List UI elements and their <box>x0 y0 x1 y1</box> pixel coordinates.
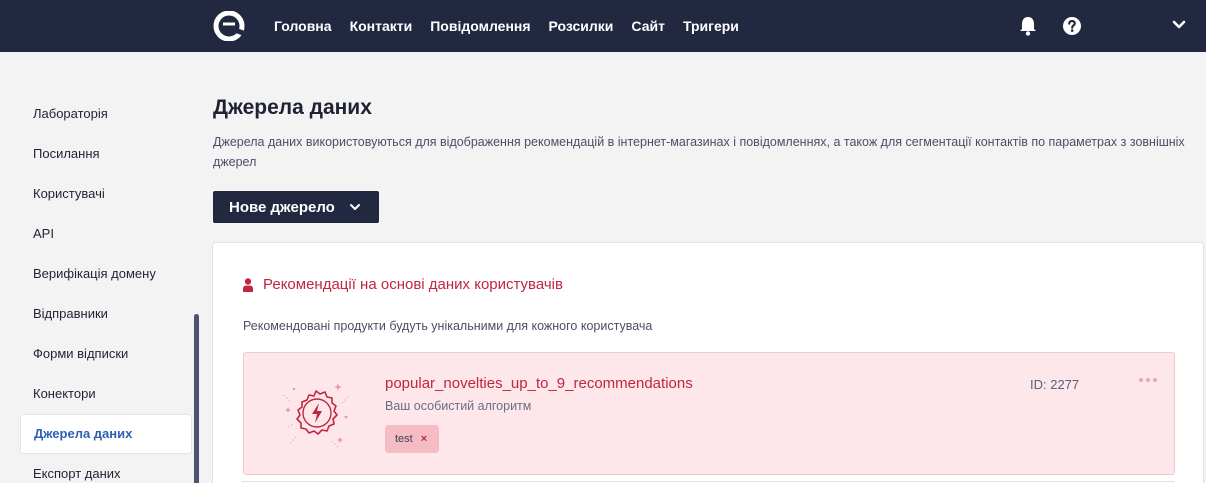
chevron-down-icon[interactable] <box>1172 20 1186 30</box>
sidebar-scrollbar[interactable] <box>194 314 199 483</box>
sidebar-item-domain-verification[interactable]: Верифікація домену <box>20 254 192 294</box>
sidebar-item-senders[interactable]: Відправники <box>20 294 192 334</box>
sidebar-item-data-sources[interactable]: Джерела даних <box>20 414 192 454</box>
nav-item-contacts[interactable]: Контакти <box>350 18 413 34</box>
nav-item-messages[interactable]: Повідомлення <box>430 18 530 34</box>
sidebar-item-api[interactable]: API <box>20 214 192 254</box>
nav-item-site[interactable]: Сайт <box>631 18 665 34</box>
ellipsis-icon[interactable] <box>1136 373 1160 387</box>
sidebar-item-data-export[interactable]: Експорт даних <box>20 454 192 483</box>
sidebar-item-unsubscribe-forms[interactable]: Форми відписки <box>20 334 192 374</box>
main-nav: Головна Контакти Повідомлення Розсилки С… <box>274 0 757 52</box>
lightning-badge-icon <box>283 383 349 448</box>
close-icon[interactable]: × <box>421 433 427 445</box>
user-icon <box>243 277 253 292</box>
tag-chip[interactable]: test × <box>385 425 440 453</box>
recommendations-card: Рекомендації на основі даних користувачі… <box>212 242 1204 483</box>
page-description: Джерела даних використовуються для відоб… <box>213 135 1185 169</box>
brand-logo-icon[interactable] <box>213 11 245 41</box>
bell-icon[interactable] <box>1018 15 1038 37</box>
new-source-label: Нове джерело <box>229 198 335 216</box>
data-source-id: ID: 2277 <box>1030 377 1080 392</box>
page-title: Джерела даних <box>213 96 372 119</box>
data-source-name[interactable]: popular_novelties_up_to_9_recommendation… <box>385 375 693 392</box>
sidebar-item-links[interactable]: Посилання <box>20 134 192 174</box>
new-source-button[interactable]: Нове джерело <box>213 191 379 223</box>
top-navbar: Головна Контакти Повідомлення Розсилки С… <box>0 0 1206 52</box>
section-header: Рекомендації на основі даних користувачі… <box>243 276 563 293</box>
sidebar-item-lab[interactable]: Лабораторія <box>20 94 192 134</box>
section-description: Рекомендовані продукти будуть унікальним… <box>243 319 653 333</box>
nav-item-campaigns[interactable]: Розсилки <box>549 18 614 34</box>
sidebar-item-connectors[interactable]: Конектори <box>20 374 192 414</box>
nav-item-triggers[interactable]: Тригери <box>683 18 739 34</box>
data-source-item[interactable]: popular_novelties_up_to_9_recommendation… <box>243 352 1175 475</box>
nav-item-home[interactable]: Головна <box>274 18 332 34</box>
settings-sidebar: Лабораторія Посилання Користувачі API Ве… <box>20 94 192 483</box>
help-circle-icon[interactable] <box>1062 16 1082 36</box>
sidebar-item-users[interactable]: Користувачі <box>20 174 192 214</box>
tag-label: test <box>395 433 413 445</box>
data-source-subtitle: Ваш особистий алгоритм <box>385 399 532 413</box>
chevron-down-icon <box>349 204 360 210</box>
section-title: Рекомендації на основі даних користувачі… <box>263 276 563 293</box>
